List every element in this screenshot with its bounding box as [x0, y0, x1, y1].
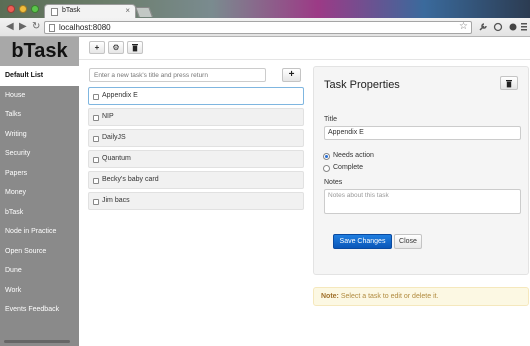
title-label: Title: [324, 116, 337, 123]
delete-list-button[interactable]: [127, 41, 143, 54]
task-item[interactable]: DailyJS: [88, 129, 304, 147]
sidebar-item-default-list[interactable]: Default List: [0, 66, 79, 86]
complete-radio[interactable]: [323, 165, 330, 172]
browser-toolbar: ◀ ▶ ↻ localhost:8080 ☆: [0, 18, 530, 37]
trash-icon: [506, 80, 512, 88]
note-text: Select a task to edit or delete it.: [340, 293, 439, 300]
blob-icon[interactable]: [508, 22, 518, 32]
task-checkbox[interactable]: [93, 178, 99, 184]
plus-icon: +: [94, 43, 100, 52]
sidebar-item-node-in-practice[interactable]: Node in Practice: [0, 222, 79, 242]
task-label: DailyJS: [102, 134, 126, 141]
task-checkbox[interactable]: [93, 115, 99, 121]
forward-icon[interactable]: ▶: [19, 21, 27, 33]
needs-action-label: Needs action: [333, 152, 374, 159]
sidebar-item-house[interactable]: House: [0, 86, 79, 106]
tab-title: bTask: [62, 7, 81, 14]
close-button[interactable]: Close: [394, 234, 422, 249]
browser-tab[interactable]: bTask ×: [44, 4, 136, 18]
brand-logo: bTask: [0, 37, 79, 66]
notes-label: Notes: [324, 179, 343, 186]
sidebar-item-dune[interactable]: Dune: [0, 261, 79, 281]
close-window-button[interactable]: [7, 5, 15, 13]
task-list: Appendix E NIP DailyJS Quantum Becky's b…: [88, 87, 304, 213]
task-label: Appendix E: [102, 92, 138, 99]
note-alert: Note: Select a task to edit or delete it…: [313, 287, 529, 306]
task-label: Quantum: [102, 155, 131, 162]
save-changes-button[interactable]: Save Changes: [333, 234, 392, 249]
gear-icon: ⚙: [112, 43, 120, 52]
sync-icon[interactable]: [493, 22, 503, 32]
add-task-button[interactable]: +: [282, 68, 301, 82]
sidebar: bTask Default List House Talks Writing S…: [0, 37, 79, 346]
back-icon[interactable]: ◀: [6, 21, 14, 33]
minimize-window-button[interactable]: [19, 5, 27, 13]
task-label: Jim bacs: [102, 197, 130, 204]
title-field[interactable]: Appendix E: [324, 126, 521, 140]
sidebar-scrollbar[interactable]: [4, 340, 70, 343]
menu-icon[interactable]: [520, 22, 528, 32]
task-item[interactable]: Quantum: [88, 150, 304, 168]
panel-title: Task Properties: [324, 79, 400, 91]
page-icon: [49, 24, 55, 32]
app-toolbar: + ⚙: [79, 37, 530, 60]
browser-titlebar: bTask ×: [0, 0, 530, 18]
address-bar[interactable]: localhost:8080 ☆: [44, 21, 472, 34]
complete-label: Complete: [333, 164, 363, 171]
sidebar-item-talks[interactable]: Talks: [0, 105, 79, 125]
task-checkbox[interactable]: [93, 199, 99, 205]
reload-icon[interactable]: ↻: [32, 21, 40, 33]
new-task-input[interactable]: [89, 68, 266, 82]
trash-icon: [132, 44, 138, 52]
sidebar-item-money[interactable]: Money: [0, 183, 79, 203]
new-tab-button[interactable]: [135, 7, 153, 17]
tab-close-icon[interactable]: ×: [125, 6, 130, 15]
zoom-window-button[interactable]: [31, 5, 39, 13]
sidebar-item-work[interactable]: Work: [0, 281, 79, 301]
sidebar-item-open-source[interactable]: Open Source: [0, 242, 79, 262]
notes-field[interactable]: Notes about this task: [324, 189, 521, 214]
task-checkbox[interactable]: [93, 136, 99, 142]
task-item[interactable]: Jim bacs: [88, 192, 304, 210]
task-properties-panel: Task Properties Title Appendix E Needs a…: [313, 66, 529, 275]
sidebar-item-writing[interactable]: Writing: [0, 125, 79, 145]
task-item[interactable]: Appendix E: [88, 87, 304, 105]
task-item[interactable]: NIP: [88, 108, 304, 126]
task-checkbox[interactable]: [93, 157, 99, 163]
sidebar-item-papers[interactable]: Papers: [0, 164, 79, 184]
url-text: localhost:8080: [59, 23, 111, 32]
task-label: NIP: [102, 113, 114, 120]
sidebar-item-events-feedback[interactable]: Events Feedback: [0, 300, 79, 320]
delete-task-button[interactable]: [500, 76, 518, 90]
task-checkbox[interactable]: [93, 94, 99, 100]
sidebar-item-security[interactable]: Security: [0, 144, 79, 164]
bookmark-star-icon[interactable]: ☆: [459, 21, 468, 32]
needs-action-radio[interactable]: [323, 153, 330, 160]
page-icon: [51, 8, 58, 16]
note-prefix: Note:: [321, 293, 339, 300]
list-settings-button[interactable]: ⚙: [108, 41, 124, 54]
task-item[interactable]: Becky's baby card: [88, 171, 304, 189]
plus-icon: +: [288, 69, 295, 80]
add-list-button[interactable]: +: [89, 41, 105, 54]
wrench-icon[interactable]: [478, 22, 488, 32]
task-label: Becky's baby card: [102, 176, 159, 183]
sidebar-item-btask[interactable]: bTask: [0, 203, 79, 223]
